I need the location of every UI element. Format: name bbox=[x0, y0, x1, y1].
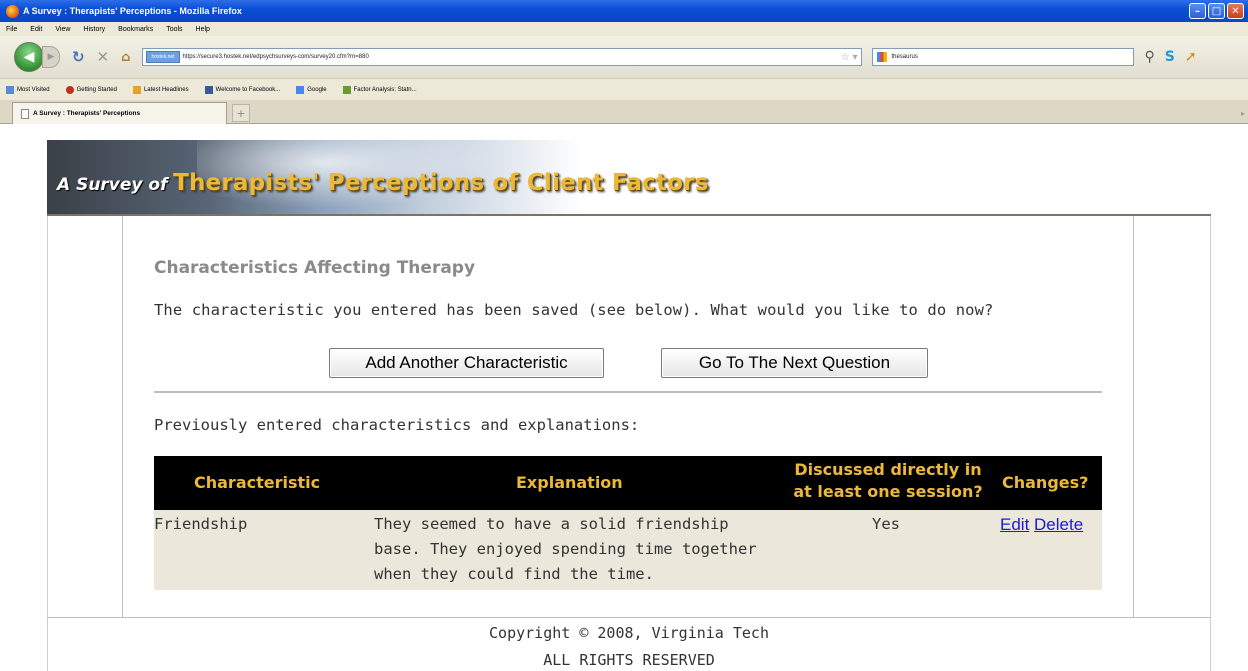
firefox-bookmark-icon bbox=[65, 85, 74, 94]
banner-main-title: Therapists' Perceptions of Client Factor… bbox=[173, 170, 709, 196]
rights-text: ALL RIGHTS RESERVED bbox=[543, 651, 715, 669]
reload-icon[interactable]: ↻ bbox=[72, 48, 85, 66]
bookmark-google[interactable]: Google bbox=[296, 85, 327, 94]
explanation-line: when they could find the time. bbox=[374, 565, 654, 583]
header-discussed-line2: at least one session? bbox=[793, 482, 983, 501]
facebook-icon bbox=[204, 85, 213, 94]
tab-survey[interactable]: A Survey : Therapists' Perceptions bbox=[12, 102, 227, 124]
add-characteristic-button[interactable]: Add Another Characteristic bbox=[329, 348, 604, 378]
menu-view[interactable]: View bbox=[55, 26, 70, 33]
bookmark-star-icon[interactable]: ☆ ▾ bbox=[841, 52, 858, 63]
stop-icon[interactable]: ✕ bbox=[97, 48, 110, 66]
delete-link[interactable]: Delete bbox=[1034, 515, 1083, 534]
section-heading: Characteristics Affecting Therapy bbox=[154, 258, 476, 278]
bookmark-facebook[interactable]: Welcome to Facebook... bbox=[204, 85, 280, 94]
cell-discussed: Yes bbox=[872, 515, 900, 533]
site-banner: A Survey of Therapists' Perceptions of C… bbox=[47, 140, 1211, 216]
table-row: Friendship They seemed to have a solid f… bbox=[154, 510, 1102, 590]
search-input[interactable]: thesaurus bbox=[891, 54, 1133, 60]
menu-bar: File Edit View History Bookmarks Tools H… bbox=[0, 22, 1248, 36]
menu-file[interactable]: File bbox=[6, 26, 17, 33]
bookmark-latest-headlines[interactable]: Latest Headlines bbox=[132, 85, 189, 94]
banner-title: A Survey of Therapists' Perceptions of C… bbox=[57, 170, 709, 196]
bookmarks-toolbar: Most Visited Getting Started Latest Head… bbox=[0, 78, 1248, 100]
header-changes: Changes? bbox=[1002, 473, 1089, 492]
site-identity-badge[interactable]: hostek.net bbox=[146, 51, 180, 63]
menu-bookmarks[interactable]: Bookmarks bbox=[118, 26, 153, 33]
footer-divider bbox=[47, 617, 1211, 618]
divider bbox=[154, 391, 1102, 393]
window-titlebar: A Survey : Therapists' Perceptions - Moz… bbox=[0, 0, 1248, 22]
url-text[interactable]: https://secure3.hostek.net/edpsychsurvey… bbox=[183, 54, 841, 60]
minimize-button[interactable]: – bbox=[1189, 3, 1206, 19]
cell-explanation: They seemed to have a solid friendship b… bbox=[374, 512, 784, 587]
tab-strip: A Survey : Therapists' Perceptions + ▸ bbox=[0, 100, 1248, 124]
bookmark-most-visited[interactable]: Most Visited bbox=[6, 85, 50, 94]
rss-icon bbox=[132, 85, 141, 94]
forward-arrow-icon[interactable]: ▶ bbox=[42, 46, 60, 68]
explanation-line: They seemed to have a solid friendship bbox=[374, 515, 729, 533]
search-icon[interactable]: ⚲ bbox=[1144, 49, 1154, 65]
table-header: Characteristic Explanation Discussed dir… bbox=[154, 456, 1102, 510]
google-bookmark-icon bbox=[296, 85, 305, 94]
bookmark-factor-analysis[interactable]: Factor Analysis: Statn... bbox=[342, 85, 417, 94]
copyright-text: Copyright © 2008, Virginia Tech bbox=[489, 624, 769, 642]
header-discussed: Discussed directly in at least one sessi… bbox=[778, 459, 998, 503]
navigation-toolbar: ◀ ▶ ↻ ✕ ⌂ hostek.net https://secure3.hos… bbox=[0, 36, 1248, 78]
bookmark-icon bbox=[342, 85, 351, 94]
explanation-line: base. They enjoyed spending time togethe… bbox=[374, 540, 757, 558]
tab-scroll-icon[interactable]: ▸ bbox=[1238, 104, 1248, 122]
edit-link[interactable]: Edit bbox=[1000, 515, 1029, 534]
cell-changes: Edit Delete bbox=[1000, 512, 1083, 537]
header-characteristic: Characteristic bbox=[194, 473, 321, 492]
banner-prefix: A Survey of bbox=[57, 175, 168, 195]
menu-help[interactable]: Help bbox=[196, 26, 210, 33]
search-bar[interactable]: thesaurus bbox=[872, 48, 1135, 66]
google-icon[interactable] bbox=[877, 52, 888, 62]
maximize-button[interactable]: □ bbox=[1208, 3, 1225, 19]
tab-title: A Survey : Therapists' Perceptions bbox=[33, 110, 141, 117]
home-icon[interactable]: ⌂ bbox=[121, 50, 130, 65]
menu-edit[interactable]: Edit bbox=[30, 26, 42, 33]
header-explanation: Explanation bbox=[516, 473, 623, 492]
back-arrow-icon[interactable]: ◀ bbox=[14, 42, 44, 72]
menu-history[interactable]: History bbox=[83, 26, 105, 33]
menu-tools[interactable]: Tools bbox=[166, 26, 182, 33]
skype-icon[interactable]: S bbox=[1165, 49, 1175, 65]
previous-entries-label: Previously entered characteristics and e… bbox=[154, 416, 640, 434]
page-icon bbox=[21, 108, 29, 119]
close-button[interactable]: ✕ bbox=[1227, 3, 1244, 19]
header-discussed-line1: Discussed directly in bbox=[794, 460, 982, 479]
folder-icon bbox=[6, 85, 14, 94]
address-bar[interactable]: hostek.net https://secure3.hostek.net/ed… bbox=[142, 48, 863, 66]
next-question-button[interactable]: Go To The Next Question bbox=[661, 348, 928, 378]
firefox-icon bbox=[6, 4, 19, 18]
new-tab-button[interactable]: + bbox=[232, 104, 250, 122]
cell-characteristic: Friendship bbox=[154, 515, 248, 533]
window-title: A Survey : Therapists' Perceptions - Moz… bbox=[23, 6, 242, 16]
extension-icon[interactable]: ➚ bbox=[1185, 49, 1197, 65]
saved-message: The characteristic you entered has been … bbox=[154, 301, 994, 319]
bookmark-getting-started[interactable]: Getting Started bbox=[65, 85, 117, 94]
